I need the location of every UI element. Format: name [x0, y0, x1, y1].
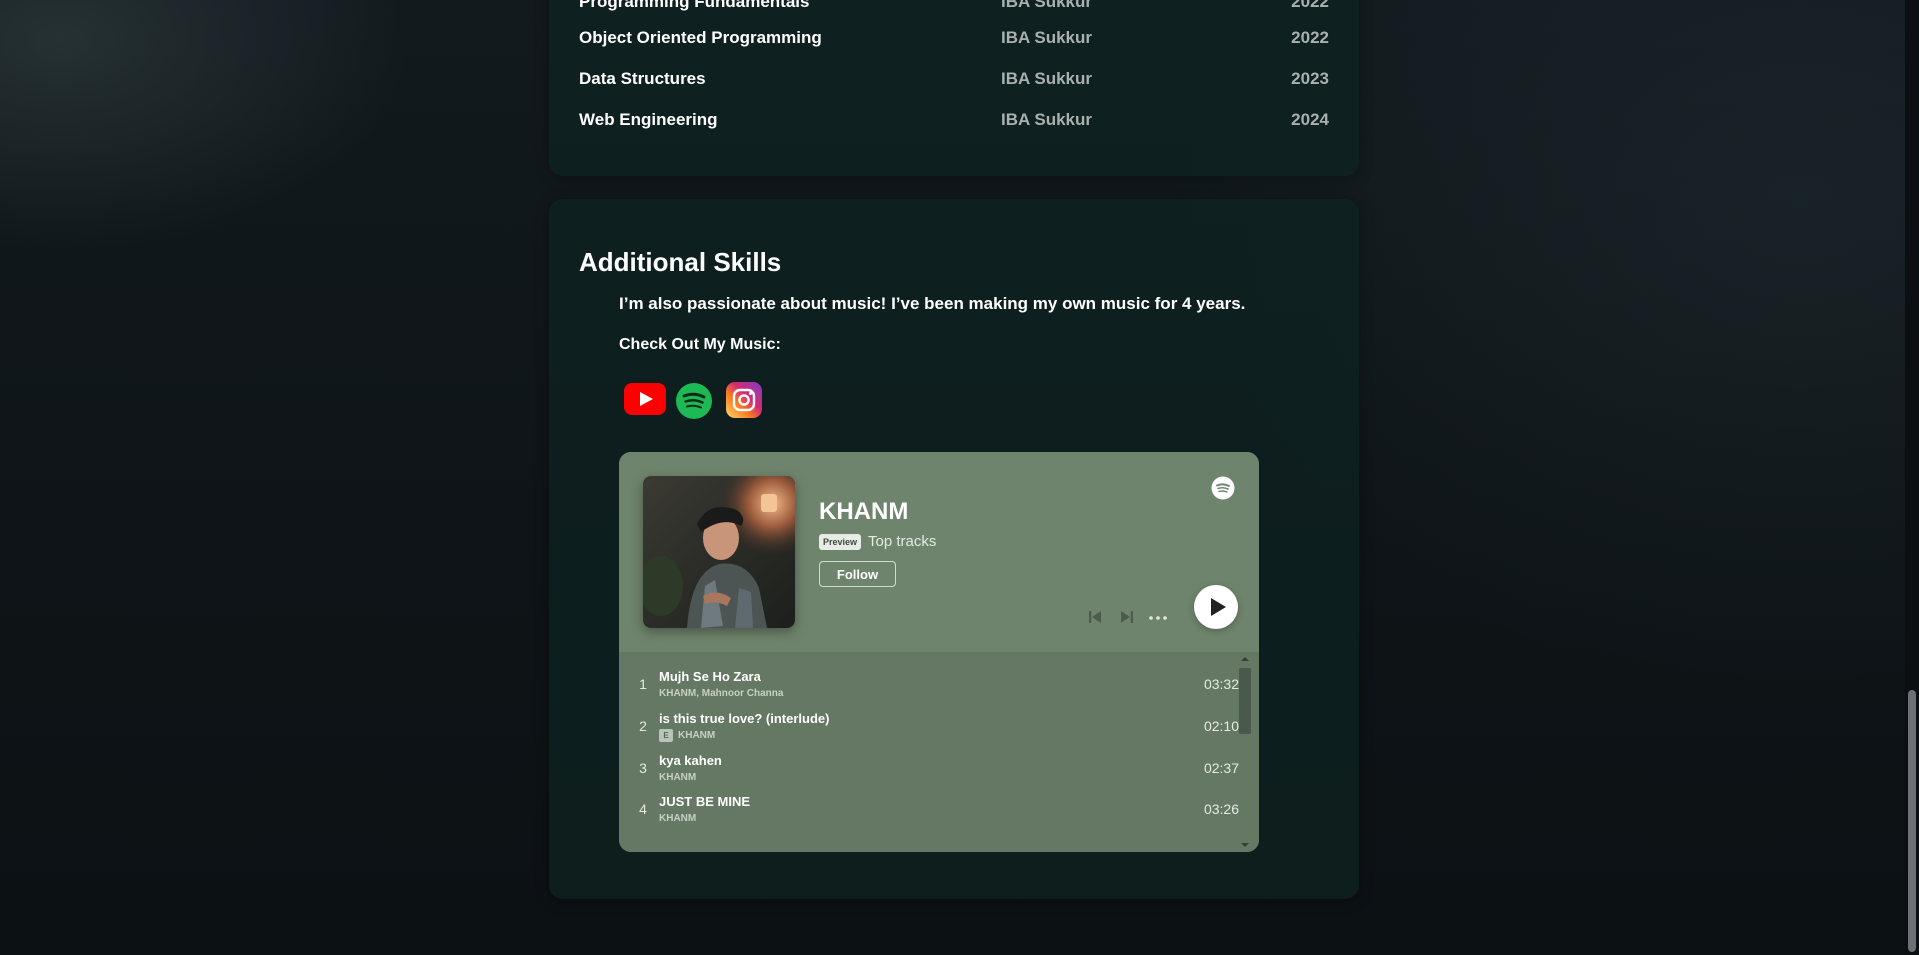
- instagram-link[interactable]: [726, 382, 762, 423]
- scroll-up-arrow-icon[interactable]: [1241, 657, 1249, 661]
- section-title: Additional Skills: [579, 247, 782, 277]
- course-year: 2023: [1291, 69, 1329, 88]
- follow-button[interactable]: Follow: [819, 561, 896, 587]
- additional-skills-card: Additional Skills I’m also passionate ab…: [549, 199, 1359, 899]
- track-duration: 03:32: [1203, 676, 1239, 692]
- track-artist: KHANM: [659, 813, 697, 824]
- artist-cover-image[interactable]: [643, 476, 795, 628]
- course-name: Data Structures: [579, 69, 706, 88]
- skills-description: I’m also passionate about music! I’ve be…: [619, 294, 1246, 313]
- track-number: 1: [639, 676, 647, 692]
- course-institution: IBA Sukkur: [1001, 0, 1093, 11]
- course-institution: IBA Sukkur: [1001, 28, 1093, 47]
- track-number: 2: [639, 718, 647, 734]
- preview-badge: Preview: [819, 534, 862, 550]
- track-title: Mujh Se Ho Zara: [659, 669, 761, 684]
- tracklist-scrollbar[interactable]: [1239, 652, 1251, 852]
- track-duration: 02:10: [1203, 718, 1239, 734]
- course-name: Object Oriented Programming: [579, 28, 822, 47]
- spotify-logo-icon[interactable]: [1211, 476, 1235, 500]
- track-title: is this true love? (interlude): [659, 711, 830, 726]
- play-icon: [1211, 598, 1226, 616]
- track-title: JUST BE MINE: [659, 794, 751, 809]
- course-year: 2024: [1291, 110, 1329, 129]
- spotify-link[interactable]: [675, 382, 713, 425]
- spotify-embed-player: KHANM Preview Top tracks Follow 1 Mujh S…: [619, 452, 1259, 852]
- course-row: Object Oriented Programming IBA Sukkur 2…: [579, 28, 1329, 50]
- course-institution: IBA Sukkur: [1001, 69, 1093, 88]
- music-label: Check Out My Music:: [619, 336, 781, 353]
- track-number: 3: [639, 760, 647, 776]
- more-options-icon[interactable]: [1148, 615, 1168, 621]
- youtube-link[interactable]: [623, 382, 667, 421]
- embed-subtitle: Top tracks: [868, 533, 937, 550]
- artist-name[interactable]: KHANM: [819, 498, 908, 526]
- track-title: kya kahen: [659, 753, 722, 768]
- track-duration: 02:37: [1203, 760, 1239, 776]
- page-scrollbar[interactable]: [1905, 0, 1919, 955]
- next-track-icon[interactable]: [1118, 608, 1136, 626]
- scroll-down-arrow-icon[interactable]: [1241, 843, 1249, 847]
- course-year: 2022: [1291, 0, 1329, 11]
- instagram-icon: [726, 382, 762, 418]
- play-button[interactable]: [1194, 585, 1238, 629]
- course-year: 2022: [1291, 28, 1329, 47]
- course-row: Data Structures IBA Sukkur 2023: [579, 69, 1329, 91]
- course-name: Web Engineering: [579, 110, 718, 129]
- course-institution: IBA Sukkur: [1001, 110, 1093, 129]
- page-scrollbar-thumb[interactable]: [1908, 690, 1916, 952]
- course-row: Programming Fundamentals IBA Sukkur 2022: [579, 0, 1329, 14]
- courses-card: Programming Fundamentals IBA Sukkur 2022…: [549, 0, 1359, 176]
- track-number: 4: [639, 801, 647, 817]
- scrollbar-thumb[interactable]: [1239, 668, 1251, 734]
- course-name: Programming Fundamentals: [579, 0, 810, 11]
- embed-header: KHANM Preview Top tracks Follow: [619, 452, 1259, 652]
- youtube-icon: [624, 383, 666, 415]
- spotify-icon: [676, 383, 712, 419]
- course-row: Web Engineering IBA Sukkur 2024: [579, 110, 1329, 132]
- previous-track-icon[interactable]: [1086, 608, 1104, 626]
- track-row[interactable]: 4 JUST BE MINE KHANM 03:26: [619, 777, 1239, 827]
- track-list: 1 Mujh Se Ho Zara KHANM, Mahnoor Channa …: [619, 652, 1259, 852]
- track-duration: 03:26: [1203, 801, 1239, 817]
